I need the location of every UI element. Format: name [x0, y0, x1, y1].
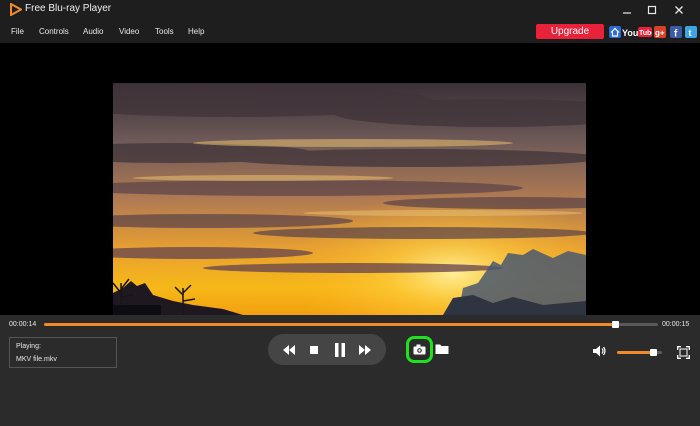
sunset-video-image: [113, 83, 586, 315]
progress-bar[interactable]: [44, 321, 658, 328]
snapshot-button[interactable]: [406, 336, 433, 363]
fullscreen-icon[interactable]: [677, 346, 690, 359]
folder-icon[interactable]: [435, 343, 449, 355]
volume-icon[interactable]: [593, 345, 607, 357]
video-area[interactable]: [0, 43, 700, 315]
current-time: 00:00:14: [9, 321, 37, 328]
playing-file-name: MKV file.mkv: [16, 356, 57, 363]
svg-text:g+: g+: [655, 28, 665, 37]
now-playing-panel: Playing: MKV file.mkv: [9, 337, 117, 368]
stop-icon: [310, 345, 318, 354]
pause-button[interactable]: [331, 334, 349, 365]
svg-text:t: t: [689, 28, 692, 38]
fast-forward-button[interactable]: [356, 334, 374, 365]
menu-help[interactable]: Help: [188, 27, 204, 36]
transport-controls: [268, 334, 386, 365]
fast-forward-icon: [359, 344, 371, 355]
upgrade-button[interactable]: Upgrade: [536, 24, 604, 39]
volume-slider[interactable]: [617, 349, 662, 356]
menu-video[interactable]: Video: [119, 27, 139, 36]
title-bar: Free Blu-ray Player: [0, 0, 700, 19]
maximize-icon: [647, 5, 657, 14]
menu-file[interactable]: File: [11, 27, 24, 36]
stop-button[interactable]: [306, 334, 322, 365]
minimize-button[interactable]: [617, 0, 637, 19]
svg-text:You: You: [622, 28, 638, 38]
google-plus-icon[interactable]: g+: [654, 25, 666, 38]
facebook-icon[interactable]: f: [670, 25, 682, 38]
menu-audio[interactable]: Audio: [83, 27, 103, 36]
youtube-icon[interactable]: You Tube: [622, 25, 652, 38]
twitter-icon[interactable]: t: [685, 25, 697, 38]
svg-text:Tube: Tube: [639, 30, 652, 37]
minimize-icon: [623, 11, 631, 14]
maximize-button[interactable]: [642, 0, 662, 19]
pause-icon: [335, 342, 345, 357]
volume-fill: [617, 351, 653, 354]
volume-handle[interactable]: [650, 349, 657, 356]
close-icon: [675, 5, 683, 14]
rewind-button[interactable]: [280, 334, 298, 365]
menu-controls[interactable]: Controls: [39, 27, 69, 36]
home-icon[interactable]: [609, 25, 621, 38]
video-frame: [113, 83, 586, 315]
close-button[interactable]: [669, 0, 689, 19]
progress-handle[interactable]: [612, 321, 620, 328]
app-logo-icon: [10, 3, 22, 16]
total-time: 00:00:15: [662, 321, 690, 328]
menu-tools[interactable]: Tools: [155, 27, 174, 36]
playing-label: Playing:: [16, 343, 41, 350]
progress-fill: [44, 323, 616, 326]
app-title: Free Blu-ray Player: [25, 3, 112, 14]
camera-icon: [413, 344, 426, 355]
rewind-icon: [283, 344, 295, 355]
